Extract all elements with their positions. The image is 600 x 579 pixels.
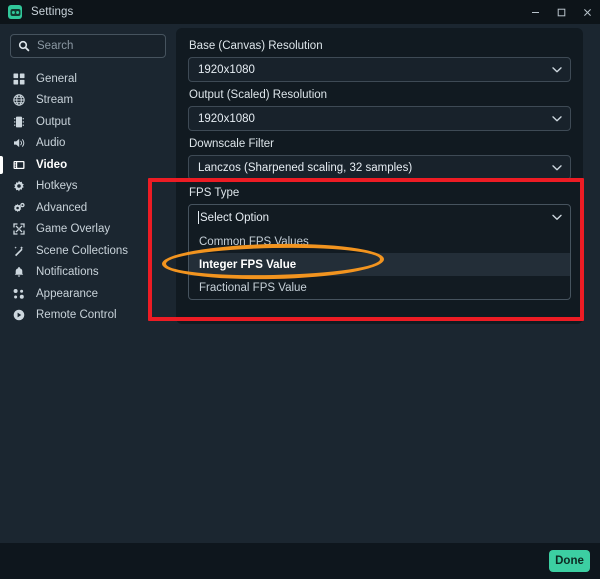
sidebar-item-label: Output (36, 115, 71, 128)
chip-icon (12, 115, 26, 129)
sidebar-item-label: Audio (36, 137, 66, 150)
chevron-down-icon (552, 164, 562, 171)
search-icon (18, 40, 30, 52)
sidebar-item-remote-control[interactable]: Remote Control (0, 305, 176, 327)
output-resolution-select[interactable]: 1920x1080 (188, 106, 571, 131)
base-resolution-select[interactable]: 1920x1080 (188, 57, 571, 82)
fps-option-integer[interactable]: Integer FPS Value (189, 253, 570, 276)
done-button[interactable]: Done (549, 550, 590, 572)
maximize-button[interactable] (548, 0, 574, 24)
title-bar: Settings (0, 0, 600, 24)
sidebar-item-label: Game Overlay (36, 223, 111, 236)
downscale-filter-label: Downscale Filter (189, 138, 274, 150)
sidebar-item-general[interactable]: General (0, 68, 176, 90)
minimize-button[interactable] (522, 0, 548, 24)
fps-option-label: Common FPS Values (199, 235, 309, 248)
sidebar: General Stream (0, 24, 176, 543)
sidebar-item-audio[interactable]: Audio (0, 133, 176, 155)
sidebar-item-game-overlay[interactable]: Game Overlay (0, 219, 176, 241)
sidebar-item-advanced[interactable]: Advanced (0, 197, 176, 219)
search-box[interactable] (10, 34, 166, 58)
wand-icon (12, 244, 26, 258)
obs-studio-icon (8, 5, 22, 19)
fps-type-selected-value: Select Option (200, 211, 270, 224)
fps-type-selected[interactable]: Select Option (189, 205, 570, 230)
window-title: Settings (31, 6, 74, 18)
grid-icon (12, 72, 26, 86)
chevron-down-icon (552, 212, 562, 224)
sidebar-item-appearance[interactable]: Appearance (0, 283, 176, 305)
base-resolution-value: 1920x1080 (198, 63, 255, 76)
sidebar-item-stream[interactable]: Stream (0, 90, 176, 112)
downscale-filter-value: Lanczos (Sharpened scaling, 32 samples) (198, 161, 413, 174)
sidebar-item-label: Notifications (36, 266, 99, 279)
sidebar-item-label: General (36, 72, 77, 85)
search-input[interactable] (37, 40, 157, 52)
close-button[interactable] (574, 0, 600, 24)
chevron-down-icon (552, 115, 562, 122)
fps-option-label: Fractional FPS Value (199, 281, 307, 294)
fps-option-label: Integer FPS Value (199, 258, 297, 271)
window-controls (522, 0, 600, 24)
sidebar-item-label: Scene Collections (36, 244, 129, 257)
sidebar-item-label: Video (36, 158, 68, 171)
sidebar-item-label: Advanced (36, 201, 88, 214)
chevron-down-icon (552, 66, 562, 73)
sidebar-item-scene-collections[interactable]: Scene Collections (0, 240, 176, 262)
video-settings-panel: Base (Canvas) Resolution 1920x1080 Outpu… (176, 28, 583, 324)
settings-window: Settings Search General Stream Output Au… (0, 0, 600, 579)
fps-type-label: FPS Type (189, 187, 240, 199)
globe-icon (12, 93, 26, 107)
output-resolution-value: 1920x1080 (198, 112, 255, 125)
play-circle-icon (12, 308, 26, 322)
sidebar-item-label: Remote Control (36, 309, 117, 322)
fps-option-fractional[interactable]: Fractional FPS Value (189, 276, 570, 299)
dots-icon (12, 287, 26, 301)
bell-icon (12, 265, 26, 279)
text-cursor (198, 211, 199, 224)
sidebar-item-output[interactable]: Output (0, 111, 176, 133)
speaker-icon (12, 136, 26, 150)
sidebar-item-notifications[interactable]: Notifications (0, 262, 176, 284)
sidebar-item-label: Stream (36, 94, 74, 107)
film-icon (12, 158, 26, 172)
gears-icon (12, 201, 26, 215)
footer-bar: Done (0, 543, 600, 579)
expand-icon (12, 222, 26, 236)
fps-type-dropdown[interactable]: Select Option Common FPS Values Integer … (188, 204, 571, 300)
fps-option-common[interactable]: Common FPS Values (189, 230, 570, 253)
gear-icon (12, 179, 26, 193)
sidebar-item-hotkeys[interactable]: Hotkeys (0, 176, 176, 198)
settings-nav: General Stream Output Audio Video Hotkey… (0, 68, 176, 326)
sidebar-item-label: Appearance (36, 287, 99, 300)
base-resolution-label: Base (Canvas) Resolution (189, 40, 323, 52)
sidebar-item-label: Hotkeys (36, 180, 78, 193)
downscale-filter-select[interactable]: Lanczos (Sharpened scaling, 32 samples) (188, 155, 571, 180)
output-resolution-label: Output (Scaled) Resolution (189, 89, 328, 101)
sidebar-item-video[interactable]: Video (0, 154, 176, 176)
